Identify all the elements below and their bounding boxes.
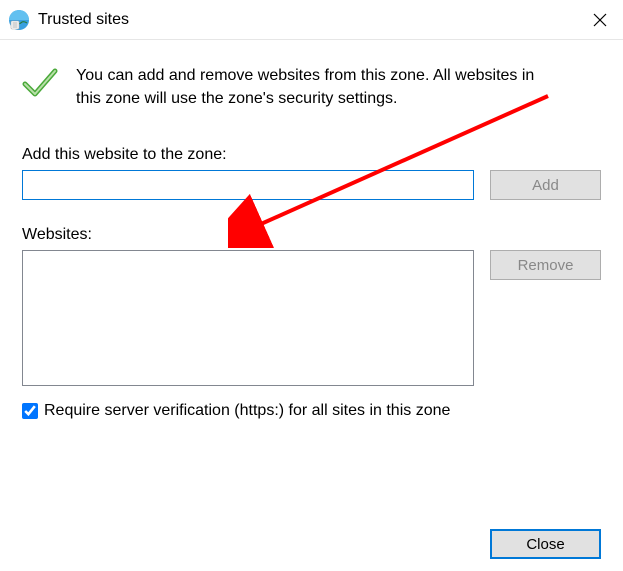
info-text: You can add and remove websites from thi…	[76, 64, 556, 110]
close-button[interactable]: Close	[490, 529, 601, 559]
add-website-row: Add	[22, 170, 601, 200]
require-https-label[interactable]: Require server verification (https:) for…	[44, 402, 450, 420]
info-row: You can add and remove websites from thi…	[22, 64, 601, 110]
titlebar-close-button[interactable]	[577, 0, 623, 40]
websites-label: Websites:	[22, 226, 601, 244]
titlebar: Trusted sites	[0, 0, 623, 40]
dialog-title: Trusted sites	[38, 11, 577, 29]
remove-button[interactable]: Remove	[490, 250, 601, 280]
require-https-checkbox[interactable]	[22, 403, 38, 419]
websites-listbox[interactable]	[22, 250, 474, 386]
require-https-row: Require server verification (https:) for…	[22, 402, 601, 420]
checkmark-icon	[22, 66, 58, 104]
websites-row: Remove	[22, 250, 601, 386]
dialog-footer: Close	[490, 529, 601, 559]
globe-icon	[8, 9, 30, 31]
close-icon	[593, 13, 607, 27]
add-button[interactable]: Add	[490, 170, 601, 200]
add-website-input[interactable]	[22, 170, 474, 200]
dialog-content: You can add and remove websites from thi…	[0, 40, 623, 420]
add-website-label: Add this website to the zone:	[22, 146, 601, 164]
